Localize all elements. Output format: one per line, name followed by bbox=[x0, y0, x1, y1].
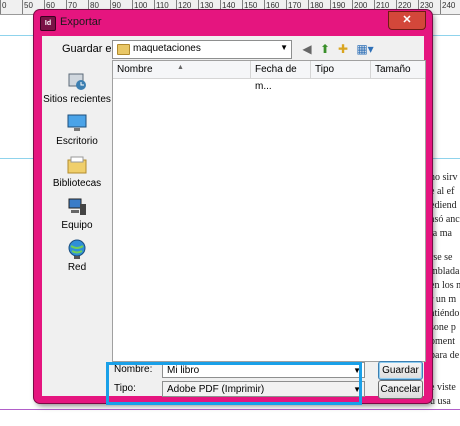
ruler-label: 240 bbox=[442, 1, 456, 10]
document-text-line: en los n bbox=[430, 280, 460, 291]
ruler-label: 180 bbox=[310, 1, 324, 10]
document-text-line: mblada bbox=[430, 266, 460, 277]
document-text-line: para de bbox=[430, 350, 460, 361]
new-folder-icon[interactable]: ✚ bbox=[336, 42, 350, 56]
document-text-line: oment bbox=[430, 336, 455, 347]
document-text-line: ediend bbox=[430, 200, 457, 211]
folder-icon bbox=[117, 44, 130, 55]
ruler-label: 190 bbox=[332, 1, 346, 10]
document-text-line: sone p bbox=[430, 322, 456, 333]
ruler-label: 160 bbox=[266, 1, 280, 10]
recent-places-icon bbox=[68, 73, 86, 90]
sort-up-icon: ▲ bbox=[177, 64, 184, 71]
place-label: Red bbox=[67, 262, 87, 273]
up-folder-icon[interactable]: ⬆ bbox=[318, 42, 332, 56]
place-label: Escritorio bbox=[56, 136, 98, 147]
document-text-line: no sirv bbox=[430, 172, 458, 183]
export-dialog: Id Exportar ✕ Guardar en: maquetaciones … bbox=[34, 10, 432, 403]
back-icon[interactable]: ◀ bbox=[300, 42, 314, 56]
dialog-title: Exportar bbox=[60, 16, 102, 28]
place-desktop[interactable]: Escritorio bbox=[42, 112, 112, 147]
look-in-dropdown[interactable]: maquetaciones ▼ bbox=[112, 40, 292, 59]
ruler-label: 220 bbox=[398, 1, 412, 10]
chevron-down-icon: ▼ bbox=[280, 43, 288, 52]
file-list[interactable]: Nombre ▲ Fecha de m... Tipo Tamaño bbox=[112, 60, 426, 362]
ruler-label: 60 bbox=[46, 1, 55, 10]
save-button[interactable]: Guardar bbox=[378, 361, 423, 380]
indesign-app-icon: Id bbox=[40, 16, 56, 31]
libraries-icon bbox=[67, 156, 87, 174]
highlight-box bbox=[106, 362, 362, 405]
ruler-label: 0 bbox=[2, 1, 7, 10]
close-button[interactable]: ✕ bbox=[388, 11, 426, 30]
computer-icon bbox=[68, 198, 86, 215]
ruler-label: 140 bbox=[222, 1, 236, 10]
ruler-tick bbox=[22, 0, 23, 14]
column-label: Nombre bbox=[117, 64, 153, 75]
places-bar: Sitios recientes Escritorio Bibliotecas … bbox=[42, 60, 112, 365]
ruler-label: 70 bbox=[68, 1, 77, 10]
place-label: Equipo bbox=[61, 220, 93, 231]
document-text-line: ta ma bbox=[430, 228, 452, 239]
column-type[interactable]: Tipo bbox=[311, 61, 371, 78]
document-text-line: asó anc bbox=[430, 214, 460, 225]
ruler-label: 170 bbox=[288, 1, 302, 10]
document-text-line: atiéndo bbox=[430, 308, 460, 319]
network-icon bbox=[68, 239, 86, 259]
document-text-line: rse se bbox=[430, 252, 453, 263]
ruler-label: 130 bbox=[200, 1, 214, 10]
column-date[interactable]: Fecha de m... bbox=[251, 61, 311, 92]
column-name[interactable]: Nombre ▲ bbox=[113, 61, 251, 78]
ruler-label: 90 bbox=[112, 1, 121, 10]
guide-line bbox=[0, 409, 460, 410]
ruler-label: 80 bbox=[90, 1, 99, 10]
place-recent[interactable]: Sitios recientes bbox=[42, 70, 112, 105]
look-in-value: maquetaciones bbox=[133, 43, 201, 54]
ruler-label: 210 bbox=[376, 1, 390, 10]
desktop-icon bbox=[67, 114, 87, 131]
ruler-label: 230 bbox=[420, 1, 434, 10]
ruler-label: 150 bbox=[244, 1, 258, 10]
place-label: Sitios recientes bbox=[43, 94, 111, 105]
ruler-label: 120 bbox=[178, 1, 192, 10]
column-size[interactable]: Tamaño bbox=[371, 61, 425, 78]
file-list-header: Nombre ▲ Fecha de m... Tipo Tamaño bbox=[113, 61, 425, 92]
place-network[interactable]: Red bbox=[42, 238, 112, 273]
document-text-line: e viste bbox=[430, 382, 456, 393]
dialog-body: Guardar en: maquetaciones ▼ ◀ ⬆ ✚ ▦▾ Sit… bbox=[42, 36, 426, 399]
title-bar[interactable]: Id Exportar ✕ bbox=[34, 10, 432, 36]
view-menu-icon[interactable]: ▦▾ bbox=[354, 42, 376, 56]
column-label: Tipo bbox=[315, 64, 335, 75]
document-text-line: e al ef bbox=[430, 186, 455, 197]
ruler-tick bbox=[440, 0, 441, 14]
place-libraries[interactable]: Bibliotecas bbox=[42, 154, 112, 189]
ruler-label: 200 bbox=[354, 1, 368, 10]
place-label: Bibliotecas bbox=[52, 178, 102, 189]
document-text-line: r un m bbox=[430, 294, 457, 305]
ruler-tick bbox=[0, 0, 1, 14]
column-label: Tamaño bbox=[375, 64, 411, 75]
column-label: Fecha de m... bbox=[255, 64, 297, 92]
place-computer[interactable]: Equipo bbox=[42, 196, 112, 231]
document-text-line: u usa bbox=[430, 396, 451, 407]
ruler-label: 110 bbox=[156, 1, 169, 10]
ruler-label: 100 bbox=[134, 1, 148, 10]
ruler-label: 50 bbox=[24, 1, 33, 10]
cancel-button[interactable]: Cancelar bbox=[378, 380, 423, 399]
